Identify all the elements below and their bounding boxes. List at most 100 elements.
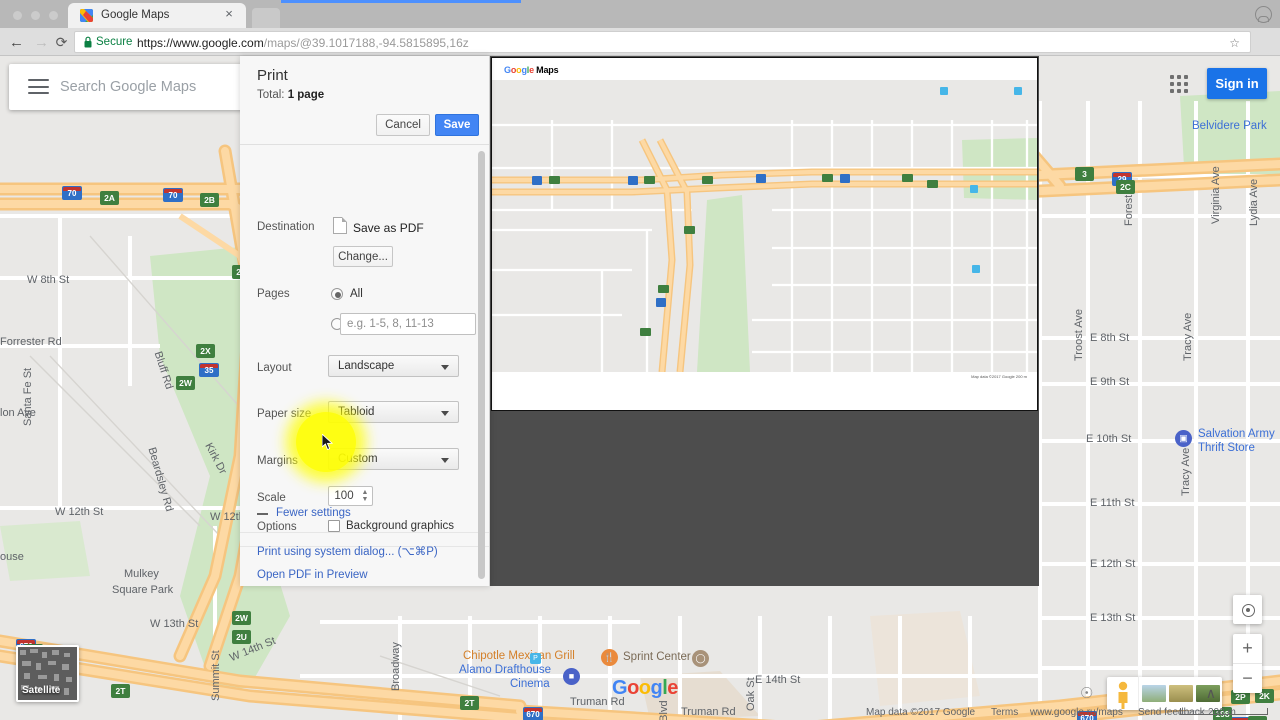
total-prefix: Total: xyxy=(257,89,288,101)
poi-label-salvation-army[interactable]: Salvation Army xyxy=(1198,428,1275,440)
apps-grid-icon[interactable] xyxy=(1170,75,1190,95)
tab-close-icon[interactable]: × xyxy=(222,7,236,21)
tab-title: Google Maps xyxy=(101,9,170,21)
layout-value: Landscape xyxy=(338,360,395,372)
street-label: ouse xyxy=(0,551,24,563)
paper-size-select[interactable]: Tabloid xyxy=(328,401,459,423)
destination-label: Destination xyxy=(257,221,315,233)
system-dialog-link[interactable]: Print using system dialog... (⌥⌘P) xyxy=(257,544,438,558)
pages-all-radio[interactable] xyxy=(331,288,343,300)
bookmark-star-icon[interactable]: ☆ xyxy=(1229,36,1240,50)
my-location-button[interactable] xyxy=(1233,595,1262,624)
street-label: E 8th St xyxy=(1090,332,1130,344)
exit-badge: 2X xyxy=(196,344,215,358)
street-label: Forrester Rd xyxy=(0,336,62,348)
poi-label-salvation-army-2[interactable]: Thrift Store xyxy=(1198,442,1255,454)
exit-badge: 3 xyxy=(1075,167,1094,181)
profile-avatar-icon[interactable] xyxy=(1255,6,1272,23)
street-label: W 13th St xyxy=(150,618,199,630)
tab-google-maps[interactable]: Google Maps × xyxy=(68,3,246,28)
layout-select[interactable]: Landscape xyxy=(328,355,459,377)
url-text: https://www.google.com/maps/@39.1017188,… xyxy=(137,36,469,50)
poi-label-sprint-center[interactable]: Sprint Center xyxy=(623,651,691,663)
sign-in-button[interactable]: Sign in xyxy=(1207,68,1267,99)
window-close-button[interactable] xyxy=(13,11,22,20)
lock-icon xyxy=(84,36,92,48)
new-tab-button[interactable] xyxy=(252,8,280,28)
paper-size-label: Paper size xyxy=(257,408,312,420)
street-label: Troost Ave xyxy=(1073,309,1085,361)
url-path: /maps/@39.1017188,-94.5815895,16z xyxy=(263,36,469,50)
document-icon xyxy=(333,217,347,234)
fewer-settings-link[interactable]: Fewer settings xyxy=(276,507,351,519)
cancel-button[interactable]: Cancel xyxy=(376,114,430,136)
margins-label: Margins xyxy=(257,455,298,467)
paper-size-value: Tabloid xyxy=(338,406,375,418)
photo-thumbnail-2[interactable] xyxy=(1169,685,1193,702)
zoom-out-button[interactable]: − xyxy=(1233,663,1262,692)
window-accent-bar xyxy=(281,0,521,3)
street-label: E 11th St xyxy=(1090,497,1135,509)
street-label: Virginia Ave xyxy=(1210,166,1222,224)
terms-link[interactable]: Terms xyxy=(991,707,1018,718)
secure-label: Secure xyxy=(96,36,133,48)
cinema-icon[interactable]: ■ xyxy=(563,668,580,685)
street-label: Summit St xyxy=(210,650,222,701)
poi-label-belvidere-park[interactable]: Belvidere Park xyxy=(1192,120,1267,132)
compass-icon[interactable]: ☉ xyxy=(1080,684,1100,704)
street-label: Lydia Ave xyxy=(1248,178,1260,226)
exit-badge: 2W xyxy=(176,376,195,390)
browser-toolbar: ← → ⟳ Secure https://www.google.com/maps… xyxy=(0,28,1280,78)
minus-icon xyxy=(257,513,268,515)
window-minimize-button[interactable] xyxy=(31,11,40,20)
poi-label-chipotle[interactable]: Chipotle Mexican Grill xyxy=(463,650,575,662)
site-link[interactable]: www.google.ru/maps xyxy=(1030,707,1123,718)
dialog-scrollbar[interactable] xyxy=(478,151,485,579)
total-value: 1 page xyxy=(287,89,325,101)
browser-chrome: Google Maps × ← → ⟳ Secure https://www.g… xyxy=(0,0,1280,78)
open-pdf-link[interactable]: Open PDF in Preview xyxy=(257,569,368,581)
google-maps-favicon-icon xyxy=(80,9,93,22)
pages-all-label: All xyxy=(350,288,363,300)
hamburger-menu-icon[interactable] xyxy=(28,79,49,94)
street-label: E 13th St xyxy=(1090,612,1136,624)
street-label: Broadway xyxy=(390,642,402,691)
street-label: E 9th St xyxy=(1090,376,1130,388)
park-label: Square Park xyxy=(112,584,174,596)
pages-range-input[interactable] xyxy=(340,313,476,335)
zoom-in-button[interactable]: + xyxy=(1233,634,1262,663)
google-watermark: Google xyxy=(612,677,678,699)
preview-google-maps-logo: Google Maps xyxy=(504,65,559,75)
address-bar[interactable]: Secure https://www.google.com/maps/@39.1… xyxy=(74,31,1251,53)
street-label: Tracy Ave xyxy=(1180,447,1192,496)
print-dialog: Print Total: 1 page Cancel Save Destinat… xyxy=(240,56,490,586)
street-label: W 12th St xyxy=(55,506,104,518)
forward-button[interactable]: → xyxy=(33,34,50,51)
print-dialog-header: Print Total: 1 page Cancel Save xyxy=(240,56,489,145)
transit-icon[interactable]: P xyxy=(530,653,541,664)
poi-label-alamo-drafthouse[interactable]: Alamo Drafthouse xyxy=(459,664,551,676)
exit-badge: 2B xyxy=(200,193,219,207)
destination-value: Save as PDF xyxy=(353,221,424,235)
map-footer: Map data ©2017 Google Terms www.google.r… xyxy=(0,702,1280,720)
highway-shield: 70 xyxy=(62,186,82,200)
save-button[interactable]: Save xyxy=(435,114,479,136)
scale-bar xyxy=(1180,708,1268,715)
back-button[interactable]: ← xyxy=(8,34,25,51)
preview-map-image xyxy=(492,80,1037,372)
reload-button[interactable]: ⟳ xyxy=(53,34,70,51)
poi-label-alamo-drafthouse-2[interactable]: Cinema xyxy=(510,678,550,690)
stadium-icon[interactable]: ◯ xyxy=(692,650,709,667)
map-data-credit: Map data ©2017 Google xyxy=(866,707,976,718)
exit-badge: 2W xyxy=(232,611,251,625)
expand-chevron-icon[interactable]: ∧ xyxy=(1206,685,1216,702)
store-icon[interactable]: ▣ xyxy=(1175,430,1192,447)
fewer-settings-row[interactable]: Fewer settings xyxy=(240,496,489,533)
window-maximize-button[interactable] xyxy=(49,11,58,20)
photo-thumbnail-1[interactable] xyxy=(1142,685,1166,702)
exit-badge: 2C xyxy=(1116,180,1135,194)
restaurant-icon[interactable]: 🍴 xyxy=(601,649,618,666)
highway-shield: 70 xyxy=(163,188,183,202)
change-destination-button[interactable]: Change... xyxy=(333,246,393,267)
satellite-layer-button[interactable]: Satellite xyxy=(16,645,79,702)
